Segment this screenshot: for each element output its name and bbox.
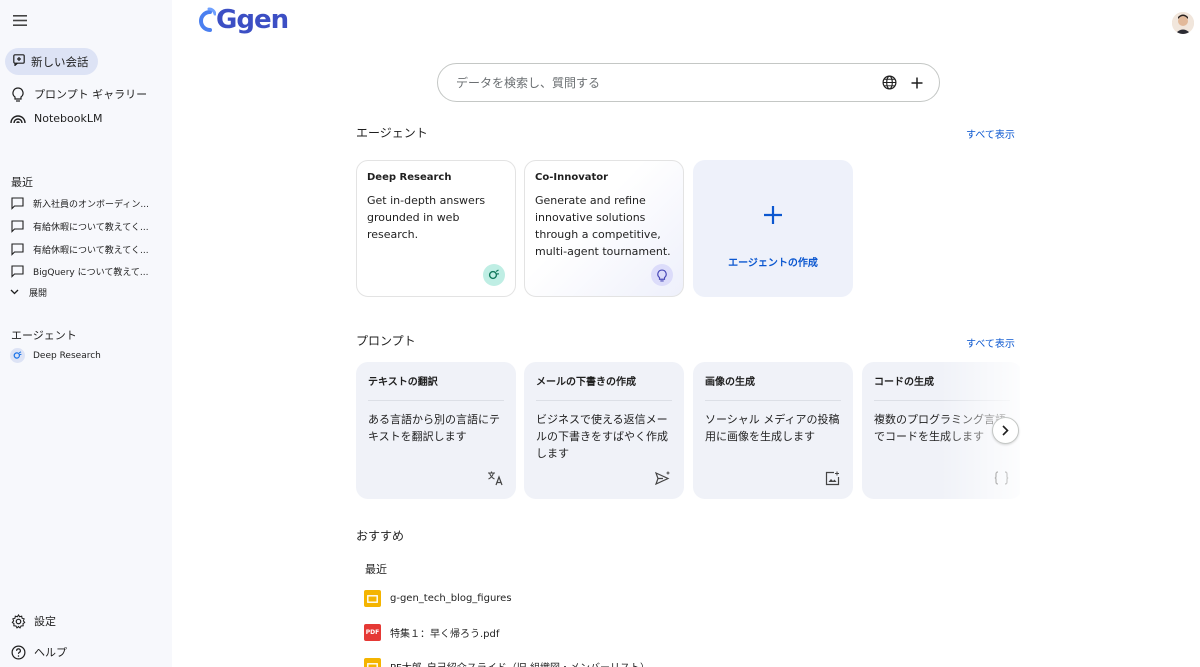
agent-card-desc: Generate and refine innovative solutions… (535, 194, 671, 258)
deep-research-icon (10, 348, 25, 363)
recent-item-label: 有給休暇について教えてく... (33, 222, 149, 233)
recommend-recent-label: 最近 (365, 563, 387, 576)
prompt-card-email[interactable]: メールの下書きの作成 ビジネスで使える返信メールの下書きをすばやく作成します (524, 362, 684, 499)
prompt-card-title: テキストの翻訳 (368, 373, 504, 401)
agents-section-label: エージェント (11, 329, 77, 342)
chat-bubble-icon (10, 196, 24, 210)
agent-card-deep-research[interactable]: Deep Research Get in-depth answers groun… (356, 160, 516, 297)
sidebar-agent-label: Deep Research (33, 350, 101, 361)
agents-section-title: エージェント (356, 126, 428, 140)
prompt-card-translate[interactable]: テキストの翻訳 ある言語から別の言語にテキストを翻訳します (356, 362, 516, 499)
prompt-card-title: メールの下書きの作成 (536, 373, 672, 401)
image-spark-icon (823, 469, 841, 487)
sidebar-item-label: NotebookLM (34, 111, 103, 125)
deep-research-icon (483, 264, 505, 286)
expand-label: 展開 (29, 289, 48, 299)
plus-icon (756, 198, 790, 232)
pdf-file-icon: PDF (364, 624, 381, 641)
create-agent-button[interactable]: エージェントの作成 (693, 160, 853, 297)
file-name: 特集１：早く帰ろう.pdf (390, 629, 500, 640)
sidebar: 新しい会話 プロンプト ギャラリー NotebookLM 最近 新入社員のオンボ… (0, 0, 172, 667)
agent-card-desc: Get in-depth answers grounded in web res… (367, 194, 486, 241)
expand-button[interactable]: 展開 (10, 286, 47, 299)
new-chat-button[interactable]: 新しい会話 (5, 48, 98, 75)
recent-item[interactable]: BigQuery について教えて... (10, 264, 160, 278)
new-chat-label: 新しい会話 (31, 54, 89, 69)
slides-file-icon (364, 658, 381, 667)
prompts-section-title: プロンプト (356, 334, 416, 348)
lightbulb-icon (651, 264, 673, 286)
recent-item[interactable]: 新入社員のオンボーディン... (10, 196, 160, 210)
sidebar-item-settings[interactable]: 設定 (10, 613, 56, 629)
prompt-carousel: テキストの翻訳 ある言語から別の言語にテキストを翻訳します メールの下書きの作成… (356, 362, 1020, 499)
recent-item[interactable]: 有給休暇について教えてく... (10, 219, 160, 233)
sidebar-agent-deep-research[interactable]: Deep Research (10, 348, 101, 363)
recommend-section-title: おすすめ (356, 529, 405, 543)
agent-card-title: Co-Innovator (535, 172, 609, 183)
chat-bubble-icon (10, 219, 24, 233)
file-name: g-gen_tech_blog_figures (390, 593, 512, 604)
globe-icon[interactable] (879, 73, 899, 93)
prompt-card-desc: ソーシャル メディアの投稿用に画像を生成します (705, 413, 840, 443)
create-agent-label: エージェントの作成 (728, 258, 818, 269)
chat-bubble-icon (10, 242, 24, 256)
app-logo[interactable]: Ggen (194, 3, 289, 37)
prompt-card-title: 画像の生成 (705, 373, 841, 401)
code-braces-icon (992, 469, 1010, 487)
settings-label: 設定 (34, 615, 56, 628)
prompt-card-desc: 複数のプログラミング言語でコードを生成します (874, 413, 1006, 443)
recent-item[interactable]: 有給休暇について教えてく... (10, 242, 160, 256)
send-spark-icon (654, 469, 672, 487)
prompt-card-title: コードの生成 (874, 373, 1010, 401)
user-avatar[interactable] (1172, 12, 1194, 34)
app-root: 新しい会話 プロンプト ギャラリー NotebookLM 最近 新入社員のオンボ… (0, 0, 1200, 667)
menu-icon[interactable] (9, 9, 31, 31)
file-name: PF太郎_自己紹介スライド（旧 組織図・メンバーリスト） (390, 659, 650, 667)
file-item[interactable]: g-gen_tech_blog_figures (364, 590, 512, 607)
lightbulb-icon (10, 86, 26, 102)
recent-item-label: BigQuery について教えて... (33, 267, 149, 278)
agent-card-title: Deep Research (367, 172, 452, 183)
prompt-card-image[interactable]: 画像の生成 ソーシャル メディアの投稿用に画像を生成します (693, 362, 853, 499)
help-icon (10, 644, 26, 660)
chat-bubble-icon (10, 264, 24, 278)
notebooklm-icon (10, 110, 26, 126)
sidebar-item-prompt-gallery[interactable]: プロンプト ギャラリー (10, 86, 147, 102)
add-icon[interactable] (907, 73, 927, 93)
search-input[interactable] (456, 75, 871, 90)
sidebar-item-notebooklm[interactable]: NotebookLM (10, 110, 102, 126)
cloud-logo-icon (199, 7, 216, 32)
help-label: ヘルプ (34, 646, 67, 659)
agents-see-all-link[interactable]: すべて表示 (966, 126, 1015, 141)
agent-card-co-innovator[interactable]: Co-Innovator Generate and refine innovat… (524, 160, 684, 297)
carousel-next-button[interactable] (992, 417, 1019, 444)
search-bar (437, 63, 940, 102)
prompts-see-all-link[interactable]: すべて表示 (966, 335, 1015, 350)
logo-text: Ggen (216, 5, 289, 35)
gear-icon (10, 613, 26, 629)
file-item[interactable]: PF太郎_自己紹介スライド（旧 組織図・メンバーリスト） (364, 658, 650, 667)
slides-file-icon (364, 590, 381, 607)
new-chat-icon (13, 54, 25, 69)
translate-icon (486, 469, 504, 487)
prompt-card-desc: ビジネスで使える返信メールの下書きをすばやく作成します (536, 413, 668, 460)
recent-item-label: 有給休暇について教えてく... (33, 245, 149, 256)
recent-item-label: 新入社員のオンボーディン... (33, 199, 149, 210)
chevron-down-icon (10, 288, 19, 298)
sidebar-item-help[interactable]: ヘルプ (10, 644, 67, 660)
recent-section-label: 最近 (11, 176, 33, 189)
prompt-card-desc: ある言語から別の言語にテキストを翻訳します (368, 413, 500, 443)
sidebar-item-label: プロンプト ギャラリー (34, 88, 148, 101)
file-item[interactable]: PDF 特集１：早く帰ろう.pdf (364, 624, 499, 641)
chevron-right-icon (1002, 425, 1009, 436)
